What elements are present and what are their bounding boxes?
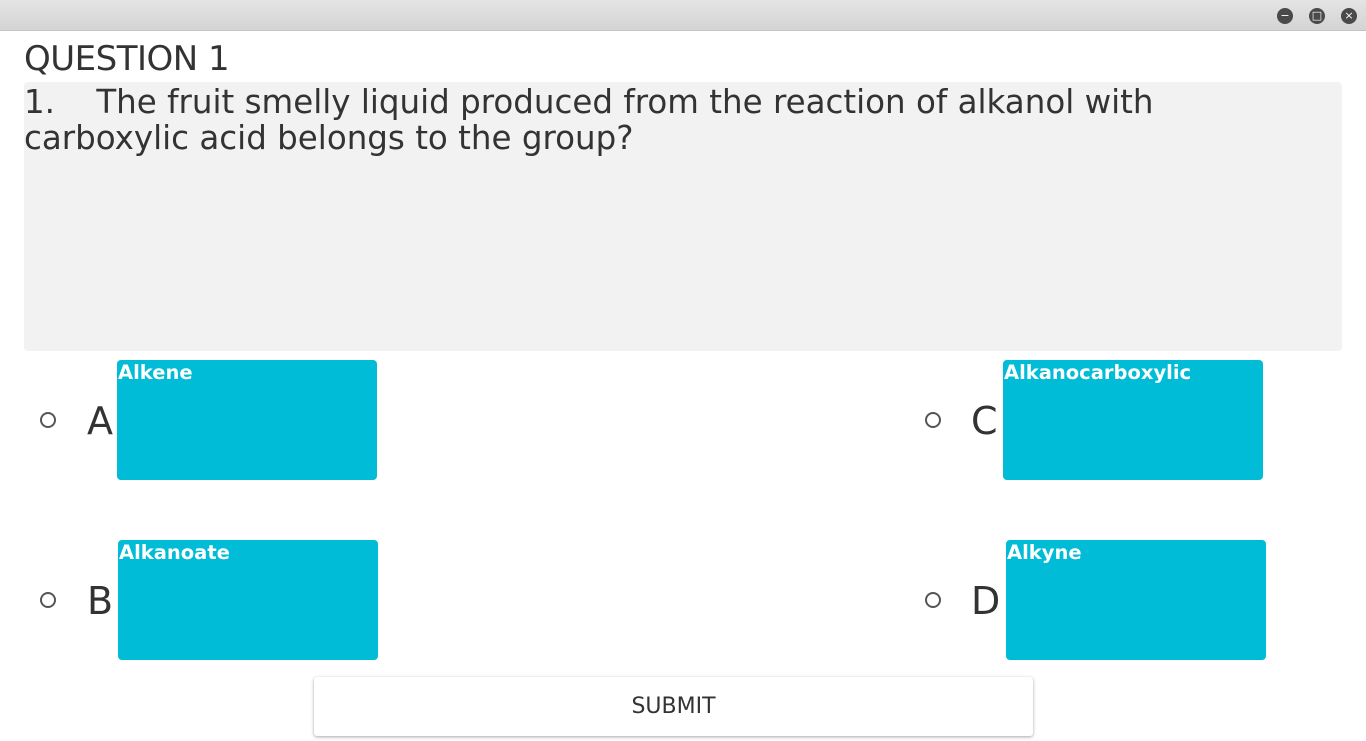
option-d-letter: D <box>971 579 1001 623</box>
option-d-card[interactable]: Alkyne <box>1006 540 1266 660</box>
submit-button[interactable]: SUBMIT <box>314 677 1033 736</box>
option-b-label: Alkanoate <box>119 541 230 564</box>
question-heading: QUESTION 1 <box>24 39 230 79</box>
option-d-radio[interactable] <box>925 592 941 608</box>
option-a-label: Alkene <box>118 361 193 384</box>
option-b-letter: B <box>87 579 114 623</box>
close-icon[interactable]: × <box>1341 8 1357 24</box>
option-c-label: Alkanocarboxylic <box>1004 361 1192 384</box>
window-titlebar: − □ × <box>0 0 1366 31</box>
maximize-glyph: □ <box>1311 9 1323 22</box>
close-glyph: × <box>1344 9 1354 22</box>
question-text: 1. The fruit smelly liquid produced from… <box>24 83 1164 157</box>
option-b-radio[interactable] <box>40 592 56 608</box>
maximize-icon[interactable]: □ <box>1309 8 1325 24</box>
option-c-letter: C <box>971 399 998 443</box>
option-a-letter: A <box>87 399 113 443</box>
question-box: 1. The fruit smelly liquid produced from… <box>24 82 1342 351</box>
option-c-radio[interactable] <box>925 412 941 428</box>
minimize-icon[interactable]: − <box>1277 8 1293 24</box>
option-b-card[interactable]: Alkanoate <box>118 540 378 660</box>
option-d-label: Alkyne <box>1007 541 1082 564</box>
option-c-card[interactable]: Alkanocarboxylic <box>1003 360 1263 480</box>
option-a-radio[interactable] <box>40 412 56 428</box>
option-a-card[interactable]: Alkene <box>117 360 377 480</box>
minimize-glyph: − <box>1280 9 1290 22</box>
